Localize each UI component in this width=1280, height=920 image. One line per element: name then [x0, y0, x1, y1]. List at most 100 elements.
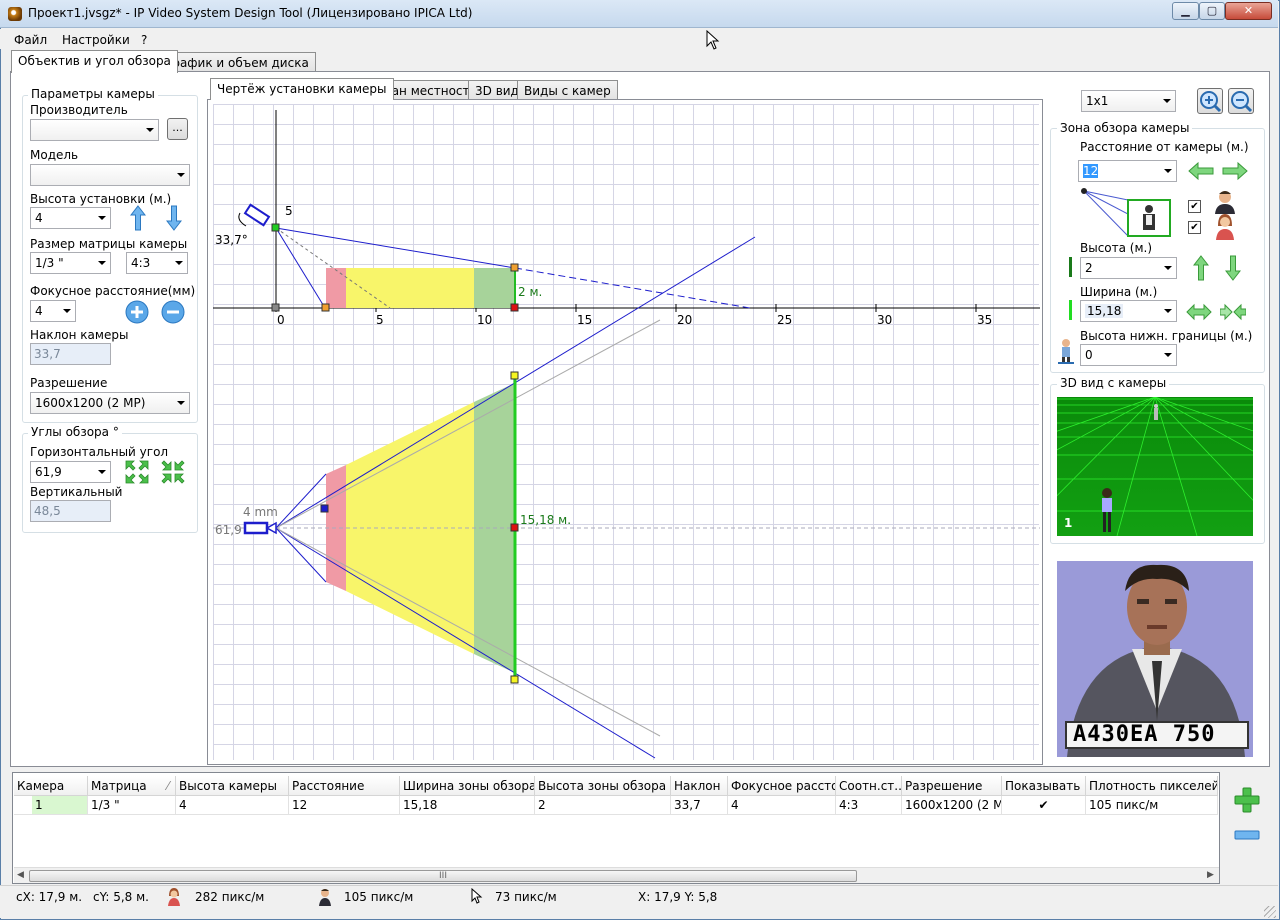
- cell-resolution[interactable]: 1600x1200 (2 MP): [902, 796, 1002, 815]
- tick-30: 30: [877, 313, 893, 327]
- distance-right-icon[interactable]: [1222, 161, 1248, 181]
- zone-height-field-label: Высота (м.): [1080, 241, 1153, 255]
- scroll-thumb[interactable]: III: [29, 870, 857, 882]
- woman-checkbox[interactable]: ✔: [1188, 221, 1201, 234]
- zone-preview-icon: [1080, 188, 1176, 240]
- zone-width-field-label: Ширина (м.): [1080, 285, 1158, 299]
- near-handle[interactable]: [321, 303, 330, 312]
- view3d-canvas[interactable]: [1057, 397, 1253, 536]
- origin-handle[interactable]: [271, 303, 280, 312]
- width-shrink-icon[interactable]: [1219, 303, 1247, 321]
- distance-label: Расстояние от камеры (м.): [1080, 140, 1249, 154]
- cell-aspect[interactable]: 4:3: [836, 796, 902, 815]
- cell-focal[interactable]: 4: [728, 796, 836, 815]
- maximize-button[interactable]: ▢: [1199, 2, 1225, 20]
- zone-legend: Зона обзора камеры: [1057, 121, 1193, 135]
- col-show[interactable]: Показывать: [1002, 776, 1086, 796]
- height-mark: 5: [285, 204, 293, 218]
- col-zone-height[interactable]: Высота зоны обзора: [535, 776, 671, 796]
- woman-icon: [1214, 214, 1236, 240]
- col-resolution[interactable]: Разрешение: [902, 776, 1002, 796]
- cell-density[interactable]: 105 пикс/м: [1086, 796, 1218, 815]
- resize-grip[interactable]: [1264, 906, 1276, 918]
- cell-tilt[interactable]: 33,7: [671, 796, 728, 815]
- col-height[interactable]: Высота камеры: [176, 776, 289, 796]
- zone-height-down-icon[interactable]: [1224, 255, 1242, 281]
- drawing-overlay: [213, 110, 1040, 759]
- zoom-in-button[interactable]: [1197, 88, 1223, 114]
- col-zone-width[interactable]: Ширина зоны обзора: [400, 776, 535, 796]
- horizontal-scrollbar[interactable]: ◀ III ▶: [14, 867, 1219, 883]
- status-man-density: 105 пикс/м: [344, 890, 414, 904]
- status-cx: cX: 17,9 м.: [16, 890, 83, 904]
- zone-width-label: 15,18 м.: [520, 513, 572, 527]
- zone-bottom-handle[interactable]: [510, 303, 519, 312]
- man-checkbox[interactable]: ✔: [1188, 200, 1201, 213]
- close-button[interactable]: ✕: [1225, 2, 1272, 20]
- status-xy: X: 17,9 Y: 5,8: [638, 890, 718, 904]
- status-cursor-density: 73 пикс/м: [495, 890, 557, 904]
- cell-distance[interactable]: 12: [289, 796, 400, 815]
- camera-snapshot[interactable]: А430ЕА 750: [1057, 561, 1253, 757]
- side-zone-red: [326, 268, 346, 308]
- side-zone-green: [474, 268, 515, 308]
- distance-select[interactable]: 12: [1078, 160, 1177, 182]
- plan-center-handle[interactable]: [510, 523, 519, 532]
- cell-show-checkbox[interactable]: ✔: [1002, 796, 1086, 815]
- plan-near-upper: [275, 473, 327, 529]
- side-upper-ray: [275, 227, 516, 269]
- zoom-out-icon: [1231, 91, 1253, 113]
- plan-top-handle[interactable]: [510, 371, 519, 380]
- col-focal[interactable]: Фокусное рассто...: [728, 776, 836, 796]
- camera-handle[interactable]: [271, 223, 280, 232]
- scroll-left-icon[interactable]: ◀: [17, 870, 24, 880]
- status-cursor-icon: [471, 887, 483, 904]
- col-aspect[interactable]: Соотн.ст...: [836, 776, 902, 796]
- license-plate: А430ЕА 750: [1065, 721, 1249, 749]
- zone-width-select[interactable]: 15,18: [1080, 300, 1177, 322]
- col-tilt[interactable]: Наклон: [671, 776, 728, 796]
- status-woman-icon: [167, 888, 181, 906]
- scroll-right-icon[interactable]: ▶: [1207, 870, 1214, 880]
- view3d-legend: 3D вид с камеры: [1057, 376, 1170, 390]
- zone-height-up-icon[interactable]: [1192, 255, 1210, 281]
- tick-35: 35: [977, 313, 993, 327]
- lower-bound-label: Высота нижн. границы (м.): [1080, 329, 1253, 343]
- tick-15: 15: [577, 313, 593, 327]
- zone-height-select[interactable]: 2: [1080, 257, 1177, 279]
- status-man-icon: [318, 888, 332, 906]
- plan-near-lower: [275, 527, 327, 583]
- col-sensor[interactable]: Матрица ⁄: [88, 776, 176, 796]
- add-camera-icon[interactable]: [1234, 787, 1260, 813]
- cell-sensor[interactable]: 1/3 ": [88, 796, 176, 815]
- man-icon: [1214, 190, 1236, 214]
- row-indicator: [14, 796, 32, 815]
- remove-camera-icon[interactable]: [1234, 824, 1260, 846]
- cell-zone-width[interactable]: 15,18: [400, 796, 535, 815]
- distance-left-icon[interactable]: [1188, 161, 1214, 181]
- cell-zone-height[interactable]: 2: [535, 796, 671, 815]
- col-density[interactable]: Плотность пикселей: [1086, 776, 1218, 796]
- lower-bound-select[interactable]: 0: [1080, 344, 1177, 366]
- cell-camera[interactable]: 1: [32, 796, 88, 815]
- zoom-in-icon: [1200, 91, 1222, 113]
- tab-lens[interactable]: Объектив и угол обзора: [11, 50, 178, 73]
- side-zone-yellow: [346, 268, 474, 308]
- zone-top-handle[interactable]: [510, 263, 519, 272]
- plan-near-handle[interactable]: [320, 504, 329, 513]
- width-color-marker: [1069, 300, 1072, 320]
- h-angle-label: 61,9: [215, 523, 242, 537]
- status-cy: cY: 5,8 м.: [93, 890, 149, 904]
- layout-select[interactable]: 1x1: [1081, 90, 1176, 112]
- col-distance[interactable]: Расстояние: [289, 776, 400, 796]
- tab-drawing[interactable]: Чертёж установки камеры: [210, 78, 394, 100]
- tick-0: 0: [277, 313, 285, 327]
- col-camera[interactable]: Камера: [14, 776, 88, 796]
- tilt-angle-label: 33,7°: [215, 233, 248, 247]
- minimize-button[interactable]: ▁: [1172, 2, 1199, 20]
- zoom-out-button[interactable]: [1228, 88, 1254, 114]
- width-expand-icon[interactable]: [1186, 303, 1212, 321]
- person-height-icon: [1057, 338, 1075, 364]
- cell-height[interactable]: 4: [176, 796, 289, 815]
- plan-bottom-handle[interactable]: [510, 675, 519, 684]
